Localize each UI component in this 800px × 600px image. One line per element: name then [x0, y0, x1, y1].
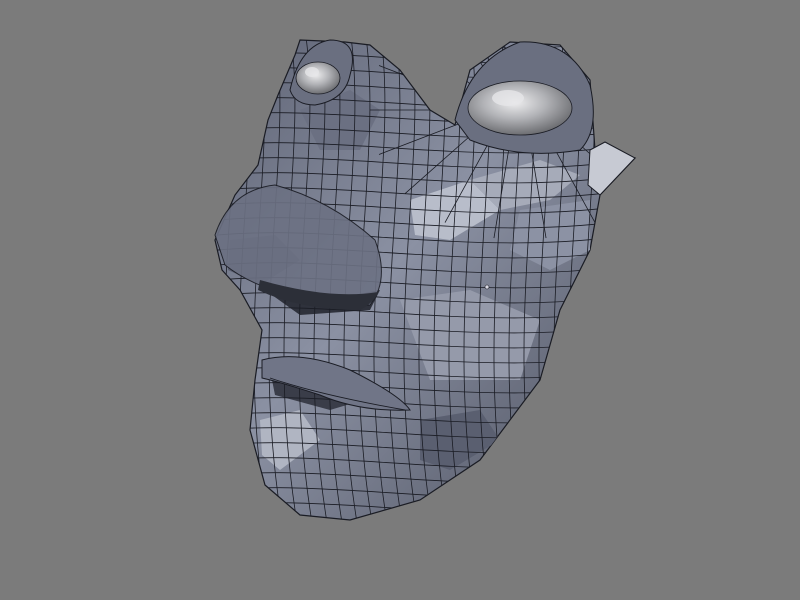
mesh-edge [194, 30, 210, 540]
viewport-canvas[interactable] [0, 0, 800, 600]
mesh-edge [215, 40, 226, 520]
mesh-edge [180, 20, 660, 33]
3d-cursor-icon[interactable] [484, 284, 490, 290]
mesh-edge [215, 49, 635, 64]
mesh-edge [215, 40, 635, 49]
right-eyeball [467, 80, 573, 136]
3d-viewport[interactable] [0, 0, 800, 600]
mesh-edge [404, 40, 475, 88]
left-eyeball [295, 61, 341, 95]
head-mesh[interactable] [180, 0, 670, 540]
mesh-edge [613, 40, 631, 520]
mesh-edge [215, 64, 635, 79]
ear-flap [587, 141, 636, 196]
mesh-edge [215, 499, 635, 514]
right-eye-socket [454, 41, 594, 154]
mesh-edge [215, 514, 635, 520]
mesh-edge [628, 40, 635, 520]
mesh-edge [598, 40, 616, 520]
